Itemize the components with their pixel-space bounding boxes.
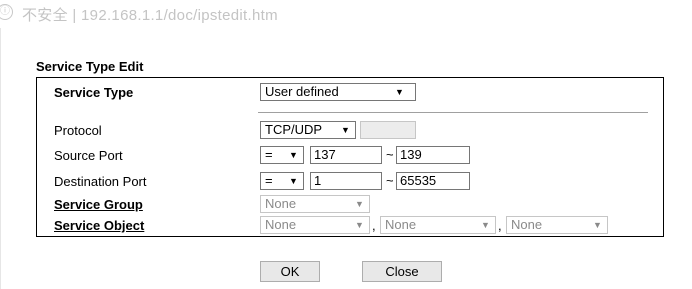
list-separator: ,	[498, 218, 502, 233]
destination-port-operator-select[interactable]: = ▼	[260, 172, 304, 190]
info-icon[interactable]: ⓘ	[0, 4, 13, 20]
protocol-value: TCP/UDP	[265, 122, 323, 137]
chevron-down-icon: ▼	[355, 220, 364, 230]
destination-port-start-input[interactable]: 1	[310, 172, 382, 190]
browser-url-bar[interactable]: ⓘ 不安全 | 192.168.1.1/doc/ipstedit.htm	[0, 0, 692, 26]
service-object-select-2: None ▼	[380, 216, 496, 234]
source-port-start-input[interactable]: 137	[310, 146, 382, 164]
chevron-down-icon: ▼	[289, 150, 298, 160]
service-object-value: None	[265, 217, 297, 232]
service-object-select-3: None ▼	[506, 216, 608, 234]
source-port-end-input[interactable]: 139	[396, 146, 470, 164]
dialog-title: Service Type Edit	[36, 59, 144, 74]
service-type-value: User defined	[265, 84, 339, 99]
url-text[interactable]: 不安全 | 192.168.1.1/doc/ipstedit.htm	[22, 4, 278, 25]
protocol-select[interactable]: TCP/UDP ▼	[260, 121, 356, 139]
source-port-operator-select[interactable]: = ▼	[260, 146, 304, 164]
destination-port-operator-value: =	[265, 173, 273, 188]
chevron-down-icon: ▼	[341, 125, 350, 135]
range-separator: ~	[386, 147, 394, 162]
destination-port-end-input[interactable]: 65535	[396, 172, 470, 190]
chevron-down-icon: ▼	[593, 220, 602, 230]
ok-button[interactable]: OK	[260, 261, 320, 282]
service-object-value: None	[385, 217, 417, 232]
service-object-value: None	[511, 217, 543, 232]
chevron-down-icon: ▼	[289, 176, 298, 186]
source-port-operator-value: =	[265, 147, 273, 162]
service-type-select[interactable]: User defined ▼	[260, 83, 416, 101]
protocol-number-input	[360, 121, 416, 139]
source-port-label: Source Port	[54, 148, 123, 163]
chevron-down-icon: ▼	[355, 199, 364, 209]
protocol-label: Protocol	[54, 123, 102, 138]
divider	[258, 112, 648, 113]
chevron-down-icon: ▼	[395, 87, 404, 97]
service-type-label: Service Type	[54, 85, 134, 100]
service-group-select: None ▼	[260, 195, 370, 213]
destination-port-label: Destination Port	[54, 174, 147, 189]
list-separator: ,	[372, 218, 376, 233]
service-group-link[interactable]: Service Group	[54, 197, 143, 212]
service-object-select-1: None ▼	[260, 216, 370, 234]
close-button[interactable]: Close	[362, 261, 442, 282]
service-object-link[interactable]: Service Object	[54, 218, 144, 233]
service-group-value: None	[265, 196, 297, 211]
chevron-down-icon: ▼	[481, 220, 490, 230]
range-separator: ~	[386, 173, 394, 188]
window-edge	[0, 28, 1, 289]
